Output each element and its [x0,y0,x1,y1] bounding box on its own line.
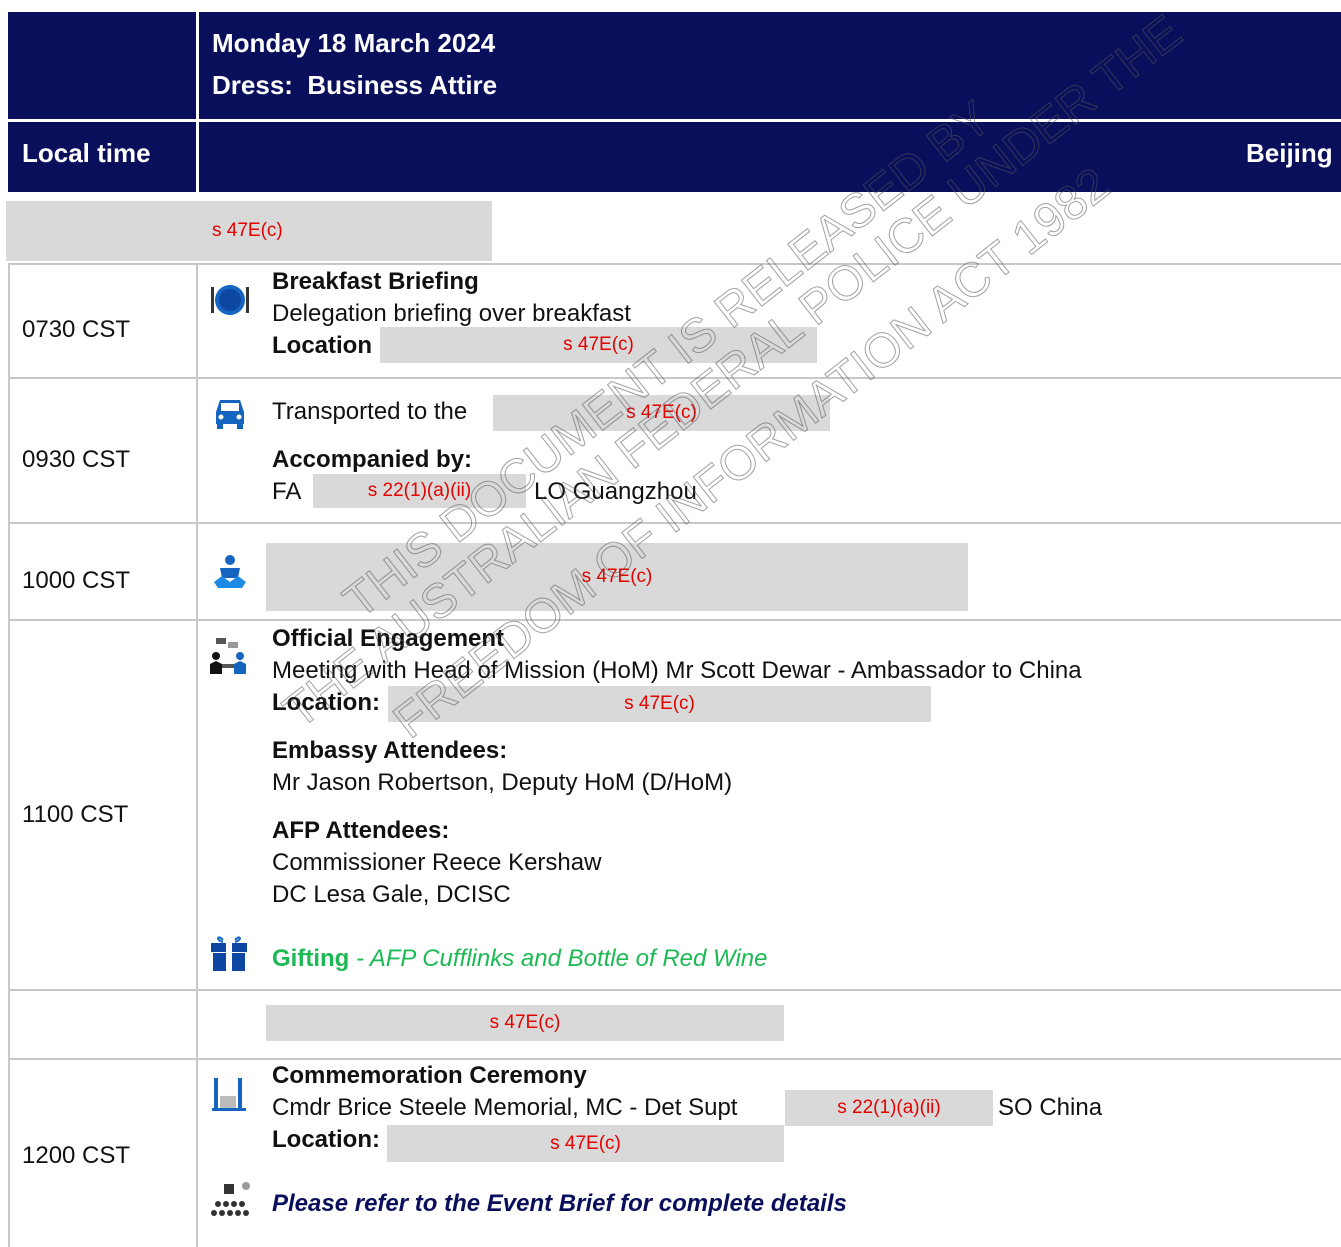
gifting-label: Gifting [272,945,350,972]
column-location: Beijing [1246,138,1333,168]
meeting-icon [210,552,250,592]
car-icon [210,392,250,432]
event-brief-note: Please refer to the Event Brief for comp… [272,1190,847,1217]
location-label: Location [272,332,372,359]
dining-icon [210,280,250,320]
redaction-block: s 47E(c) [493,395,830,431]
redaction-block: s 22(1)(a)(ii) [785,1090,993,1126]
time-1100: 1100 CST [22,801,129,828]
time-0730: 0730 CST [22,316,131,343]
event-description: Cmdr Brice Steele Memorial, MC - Det Sup… [272,1094,738,1121]
redaction-block: s 47E(c) [6,201,492,261]
row-divider [8,263,1341,265]
row-divider [8,522,1341,524]
event-title: Official Engagement [272,625,505,652]
location-label: Location: [272,689,380,716]
header-divider [196,12,199,192]
dress-code: Dress: Business Attire [212,70,498,100]
fa-suffix: LO Guangzhou [534,478,697,505]
row-divider [8,1058,1341,1060]
time-1000: 1000 CST [22,567,131,594]
afp-attendee: Commissioner Reece Kershaw [272,849,602,876]
transport-text: Transported to the [272,398,468,425]
column-divider [8,263,10,1247]
column-local-time: Local time [22,138,151,168]
event-title: Breakfast Briefing [272,268,479,295]
row-divider [8,619,1341,621]
event-description-suffix: SO China [998,1094,1103,1121]
row-divider [8,377,1341,379]
header-columns [8,122,1341,192]
schedule-date: Monday 18 March 2024 [212,28,496,58]
location-label: Location: [272,1126,380,1153]
redaction-block: s 47E(c) [266,543,968,611]
row-divider [8,989,1341,991]
time-1200: 1200 CST [22,1142,131,1169]
gift-icon [210,932,250,972]
memorial-icon [210,1074,250,1114]
embassy-attendees-label: Embassy Attendees: [272,737,508,764]
gifting-detail: - AFP Cufflinks and Bottle of Red Wine [349,945,768,972]
column-divider [196,263,198,1247]
redaction-block: s 22(1)(a)(ii) [313,474,526,508]
redaction-block: s 47E(c) [387,1125,784,1162]
embassy-attendee: Mr Jason Robertson, Deputy HoM (D/HoM) [272,769,733,796]
audience-icon [210,1180,250,1220]
fa-prefix: FA [272,478,302,505]
accompanied-label: Accompanied by: [272,446,473,473]
event-title: Commemoration Ceremony [272,1062,587,1089]
event-description: Meeting with Head of Mission (HoM) Mr Sc… [272,657,1082,684]
time-0930: 0930 CST [22,446,131,473]
afp-attendees-label: AFP Attendees: [272,817,450,844]
official-engagement-icon [208,636,248,676]
redaction-block: s 47E(c) [266,1005,784,1041]
event-description: Delegation briefing over breakfast [272,300,631,327]
afp-attendee: DC Lesa Gale, DCISC [272,881,511,908]
header-hsep [8,119,1341,122]
gifting-line: Gifting - AFP Cufflinks and Bottle of Re… [272,945,768,973]
redaction-block: s 47E(c) [380,327,817,363]
header-top [8,12,1341,120]
redaction-block: s 47E(c) [388,686,931,722]
